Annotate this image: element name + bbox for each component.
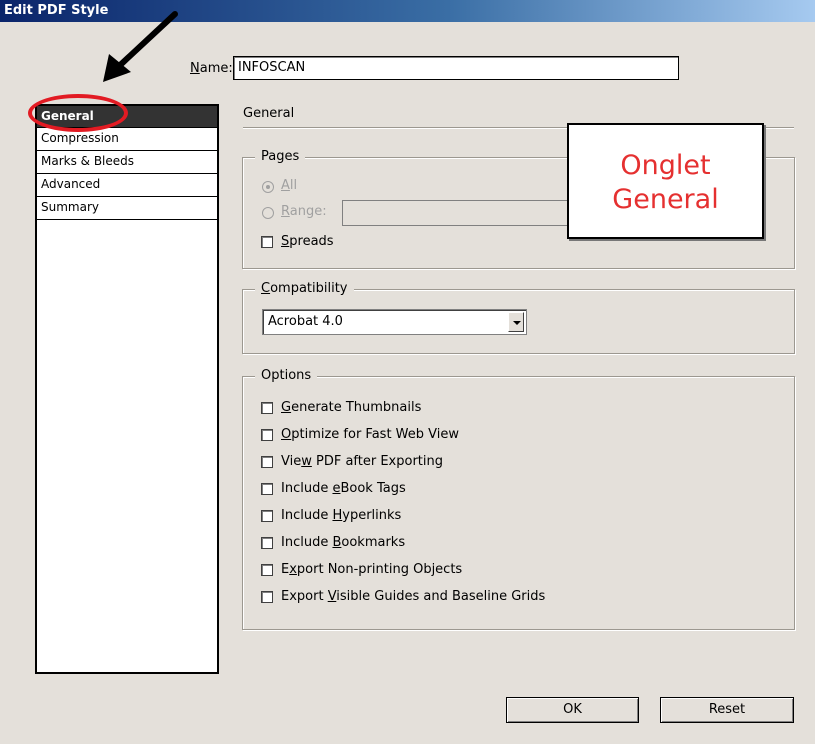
name-label: Name:	[190, 61, 233, 76]
name-input[interactable]: INFOSCAN	[233, 56, 679, 80]
option-label-post: yperlinks	[342, 508, 402, 523]
option-label-post: port Non-printing Objects	[296, 562, 463, 577]
range-radio[interactable]	[262, 207, 274, 219]
chevron-down-icon	[513, 321, 521, 325]
option-label-post: ookmarks	[341, 535, 406, 550]
all-label-rest: ll	[289, 178, 298, 193]
range-label-accel: R	[281, 204, 290, 219]
range-label: Range:	[281, 204, 327, 219]
option-label-accel: x	[289, 562, 297, 577]
option-label-post: ptimize for Fast Web View	[291, 427, 460, 442]
all-pages-label: All	[281, 178, 297, 193]
option-label-accel: H	[332, 508, 343, 523]
include-hyperlinks-checkbox[interactable]	[261, 510, 273, 522]
pages-legend: Pages	[255, 148, 306, 166]
generate-thumbnails-label: Generate Thumbnails	[281, 400, 421, 415]
window-title: Edit PDF Style	[4, 3, 109, 18]
name-label-accel: N	[190, 61, 200, 76]
all-pages-radio[interactable]	[262, 181, 274, 193]
option-label-post: enerate Thumbnails	[291, 400, 422, 415]
panel-heading: General	[243, 106, 295, 121]
compatibility-select[interactable]: Acrobat 4.0	[262, 309, 527, 335]
spreads-checkbox[interactable]	[261, 236, 273, 248]
compatibility-selected-value: Acrobat 4.0	[268, 314, 343, 329]
radio-selected-dot	[266, 185, 270, 189]
compatibility-legend-rest: ompatibility	[270, 281, 348, 296]
option-label-pre: Include	[281, 535, 333, 550]
include-ebook-tags-label: Include eBook Tags	[281, 481, 406, 496]
export-visible-guides-checkbox[interactable]	[261, 591, 273, 603]
sidebar-item-marks-bleeds[interactable]: Marks & Bleeds	[37, 151, 217, 174]
option-label-post: PDF after Exporting	[311, 454, 443, 469]
export-non-printing-objects-checkbox[interactable]	[261, 564, 273, 576]
arrow-icon	[103, 11, 178, 82]
view-pdf-after-exporting-checkbox[interactable]	[261, 456, 273, 468]
range-label-rest: ange:	[289, 204, 327, 219]
dropdown-arrow-button[interactable]	[508, 312, 524, 332]
option-label-pre: Include	[281, 481, 333, 496]
reset-button[interactable]: Reset	[660, 697, 794, 723]
option-label-pre: Vie	[281, 454, 302, 469]
optimize-fast-web-view-label: Optimize for Fast Web View	[281, 427, 459, 442]
view-pdf-after-exporting-label: View PDF after Exporting	[281, 454, 443, 469]
callout-box: Onglet General	[567, 123, 764, 239]
export-visible-guides-label: Export Visible Guides and Baseline Grids	[281, 589, 545, 604]
sidebar-item-compression[interactable]: Compression	[37, 128, 217, 151]
spreads-label-rest: preads	[289, 234, 334, 249]
name-label-rest: ame:	[199, 61, 233, 76]
include-bookmarks-checkbox[interactable]	[261, 537, 273, 549]
compatibility-legend: Compatibility	[255, 280, 354, 298]
option-label-accel: G	[281, 400, 292, 415]
include-hyperlinks-label: Include Hyperlinks	[281, 508, 401, 523]
callout-line-2: General	[612, 184, 719, 215]
callout-line-1: Onglet	[620, 150, 711, 181]
ok-button[interactable]: OK	[506, 697, 639, 723]
option-label-pre: E	[281, 562, 290, 577]
all-label-accel: A	[281, 178, 290, 193]
range-input[interactable]	[342, 200, 572, 226]
export-non-printing-objects-label: Export Non-printing Objects	[281, 562, 462, 577]
arrow-shaft	[114, 11, 178, 71]
option-label-pre: Include	[281, 508, 333, 523]
option-label-post: isible Guides and Baseline Grids	[336, 589, 546, 604]
category-list: General Compression Marks & Bleeds Advan…	[35, 104, 219, 674]
spreads-label: Spreads	[281, 234, 334, 249]
option-label-pre: Export	[281, 589, 328, 604]
optimize-fast-web-view-checkbox[interactable]	[261, 429, 273, 441]
option-label-accel: V	[327, 589, 337, 604]
option-label-accel: w	[301, 454, 312, 469]
options-legend: Options	[255, 367, 318, 385]
option-label-post: Book Tags	[340, 481, 406, 496]
highlight-ellipse	[28, 94, 128, 132]
include-bookmarks-label: Include Bookmarks	[281, 535, 405, 550]
compatibility-legend-accel: C	[261, 281, 271, 296]
option-label-accel: O	[281, 427, 292, 442]
generate-thumbnails-checkbox[interactable]	[261, 402, 273, 414]
include-ebook-tags-checkbox[interactable]	[261, 483, 273, 495]
sidebar-item-advanced[interactable]: Advanced	[37, 174, 217, 197]
sidebar-item-summary[interactable]: Summary	[37, 197, 217, 220]
